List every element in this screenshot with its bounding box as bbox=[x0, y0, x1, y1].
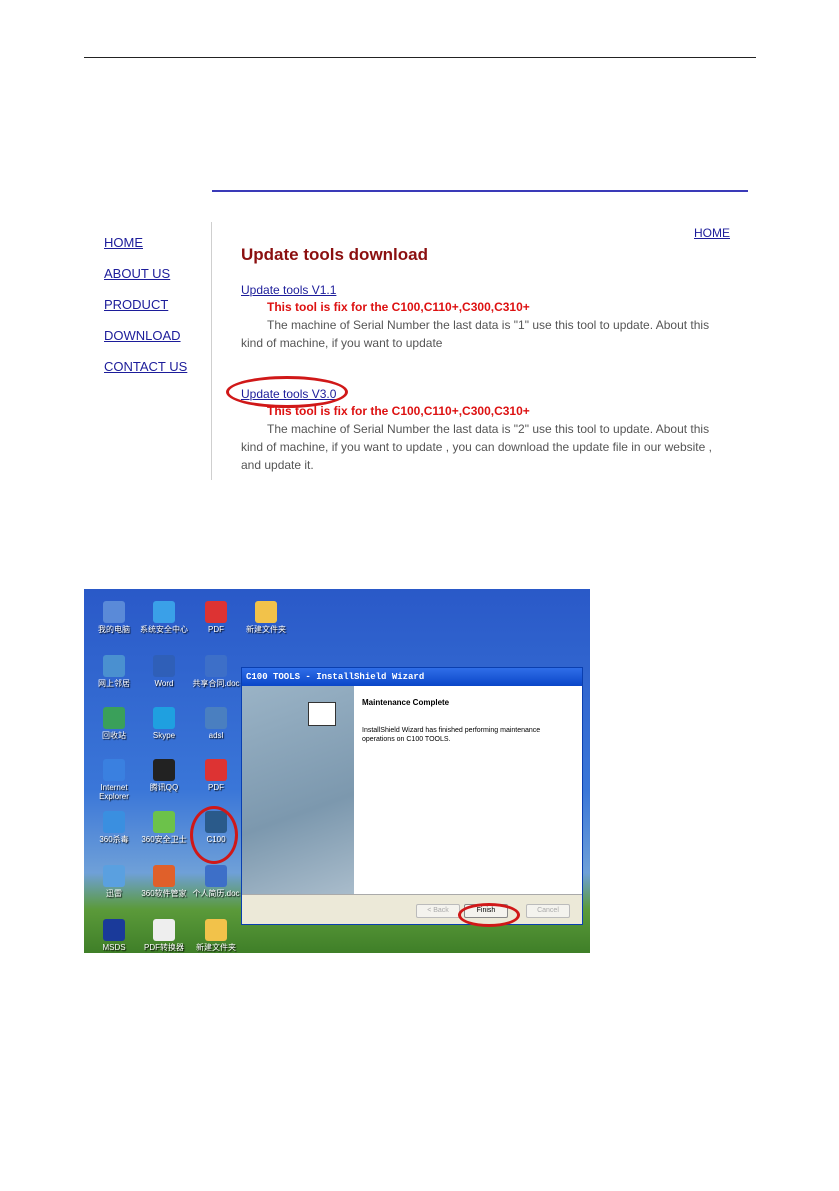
page-header-rule bbox=[84, 57, 756, 58]
desktop-icon[interactable]: 360软件管家 bbox=[140, 865, 188, 898]
app-icon bbox=[153, 865, 175, 887]
app-icon bbox=[205, 919, 227, 941]
nav-product[interactable]: PRODUCT bbox=[104, 298, 187, 312]
app-icon bbox=[153, 811, 175, 833]
wizard-heading: Maintenance Complete bbox=[362, 698, 450, 707]
desktop-screenshot: 我的电脑 系统安全中心 PDF 新建文件夹 网上邻居 Word 共享合同.doc 回收站 Sky… bbox=[84, 589, 590, 953]
desktop-icon[interactable]: 系统安全中心 bbox=[140, 601, 188, 634]
desktop-icon[interactable]: Skype bbox=[140, 707, 188, 740]
wizard-side-panel bbox=[242, 686, 354, 894]
desktop-icon[interactable]: 共享合同.doc bbox=[192, 655, 240, 688]
website-header-line bbox=[212, 190, 748, 192]
desktop-icon[interactable]: 迅雷 bbox=[90, 865, 138, 898]
app-icon bbox=[103, 759, 125, 781]
desktop-icon-label: PDF bbox=[208, 625, 224, 634]
desktop-icon-label: MSDS bbox=[102, 943, 126, 952]
desktop-icon-label: 360安全卫士 bbox=[141, 835, 187, 844]
app-icon bbox=[103, 601, 125, 623]
desktop-icon-label: 我的电脑 bbox=[98, 625, 130, 634]
highlight-ring-finish-button bbox=[458, 903, 520, 927]
v1-1-description: The machine of Serial Number the last da… bbox=[241, 318, 710, 350]
desktop-icon-label: 网上邻居 bbox=[98, 679, 130, 688]
nav-home[interactable]: HOME bbox=[104, 236, 187, 250]
sidebar-divider bbox=[211, 222, 212, 480]
desktop-icon[interactable]: 新建文件夹 bbox=[192, 919, 240, 952]
app-icon bbox=[153, 919, 175, 941]
desktop-icon[interactable]: PDF转换器 bbox=[140, 919, 188, 952]
app-icon bbox=[205, 655, 227, 677]
desktop-icon[interactable]: 个人简历.doc bbox=[192, 865, 240, 898]
nav-about-us[interactable]: ABOUT US bbox=[104, 267, 187, 281]
desktop-icon[interactable]: PDF bbox=[192, 601, 240, 634]
app-icon bbox=[205, 707, 227, 729]
app-icon bbox=[205, 865, 227, 887]
desktop-icon-label: Word bbox=[154, 679, 174, 688]
desktop-icon-label: 360软件管家 bbox=[141, 889, 187, 898]
cancel-button[interactable]: Cancel bbox=[526, 904, 570, 918]
app-icon bbox=[103, 865, 125, 887]
desktop-icon[interactable]: MSDS bbox=[90, 919, 138, 952]
home-link[interactable]: HOME bbox=[694, 226, 730, 240]
desktop-icon-label: 腾讯QQ bbox=[149, 783, 179, 792]
app-icon bbox=[153, 707, 175, 729]
desktop-icon[interactable]: 新建文件夹 bbox=[242, 601, 290, 634]
desktop-icon-label: Skype bbox=[152, 731, 176, 740]
wizard-titlebar: C100 TOOLS - InstallShield Wizard bbox=[242, 668, 582, 686]
app-icon bbox=[103, 707, 125, 729]
desktop-icon-label: PDF bbox=[208, 783, 224, 792]
app-icon bbox=[153, 601, 175, 623]
page-title: Update tools download bbox=[241, 245, 428, 264]
app-icon bbox=[153, 759, 175, 781]
highlight-ring-c100-icon bbox=[190, 806, 238, 864]
nav-contact-us[interactable]: CONTACT US bbox=[104, 360, 187, 374]
app-icon bbox=[205, 759, 227, 781]
desktop-icon-label: 回收站 bbox=[102, 731, 126, 740]
app-icon bbox=[255, 601, 277, 623]
wizard-content: Maintenance Complete InstallShield Wizar… bbox=[354, 686, 582, 894]
desktop-icon[interactable]: 回收站 bbox=[90, 707, 138, 740]
v3-0-description: The machine of Serial Number the last da… bbox=[241, 422, 712, 472]
app-icon bbox=[103, 811, 125, 833]
desktop-icon-label: 新建文件夹 bbox=[246, 625, 286, 634]
desktop-icon-label: 360杀毒 bbox=[99, 835, 129, 844]
desktop-icon[interactable]: PDF bbox=[192, 759, 240, 792]
wizard-button-bar: < Back Finish Cancel bbox=[242, 894, 582, 925]
desktop-icon[interactable]: 网上邻居 bbox=[90, 655, 138, 688]
desktop-icon-label: 系统安全中心 bbox=[140, 625, 188, 634]
wizard-body: InstallShield Wizard has finished perfor… bbox=[362, 727, 541, 743]
desktop-icon[interactable]: 360杀毒 bbox=[90, 811, 138, 844]
v3-0-note: This tool is fix for the C100,C110+,C300… bbox=[267, 404, 530, 418]
desktop-icon[interactable]: 360安全卫士 bbox=[140, 811, 188, 844]
app-icon bbox=[103, 919, 125, 941]
desktop-icon-label: 新建文件夹 bbox=[196, 943, 236, 952]
desktop-icon-label: 迅雷 bbox=[106, 889, 122, 898]
desktop-icon[interactable]: 腾讯QQ bbox=[140, 759, 188, 792]
desktop-icon-label: 共享合同.doc bbox=[192, 679, 240, 688]
desktop-icon[interactable]: 我的电脑 bbox=[90, 601, 138, 634]
app-icon bbox=[153, 655, 175, 677]
app-icon bbox=[103, 655, 125, 677]
website-nav: HOME ABOUT US PRODUCT DOWNLOAD CONTACT U… bbox=[104, 236, 187, 391]
back-button[interactable]: < Back bbox=[416, 904, 460, 918]
desktop-icon[interactable]: adsl bbox=[192, 707, 240, 740]
installshield-logo-icon bbox=[308, 702, 336, 726]
update-tools-v1-1-link[interactable]: Update tools V1.1 bbox=[241, 283, 336, 297]
app-icon bbox=[205, 601, 227, 623]
nav-download[interactable]: DOWNLOAD bbox=[104, 329, 187, 343]
desktop-icon-label: adsl bbox=[208, 731, 224, 740]
desktop-icon[interactable]: Word bbox=[140, 655, 188, 688]
installshield-wizard-window: C100 TOOLS - InstallShield Wizard Mainte… bbox=[241, 667, 583, 925]
v1-1-note: This tool is fix for the C100,C110+,C300… bbox=[267, 300, 530, 314]
desktop-icon-label: 个人简历.doc bbox=[192, 889, 240, 898]
desktop-icon-label: PDF转换器 bbox=[144, 943, 184, 952]
desktop-icon[interactable]: Internet Explorer bbox=[90, 759, 138, 801]
desktop-icon-label: Internet Explorer bbox=[99, 783, 129, 801]
